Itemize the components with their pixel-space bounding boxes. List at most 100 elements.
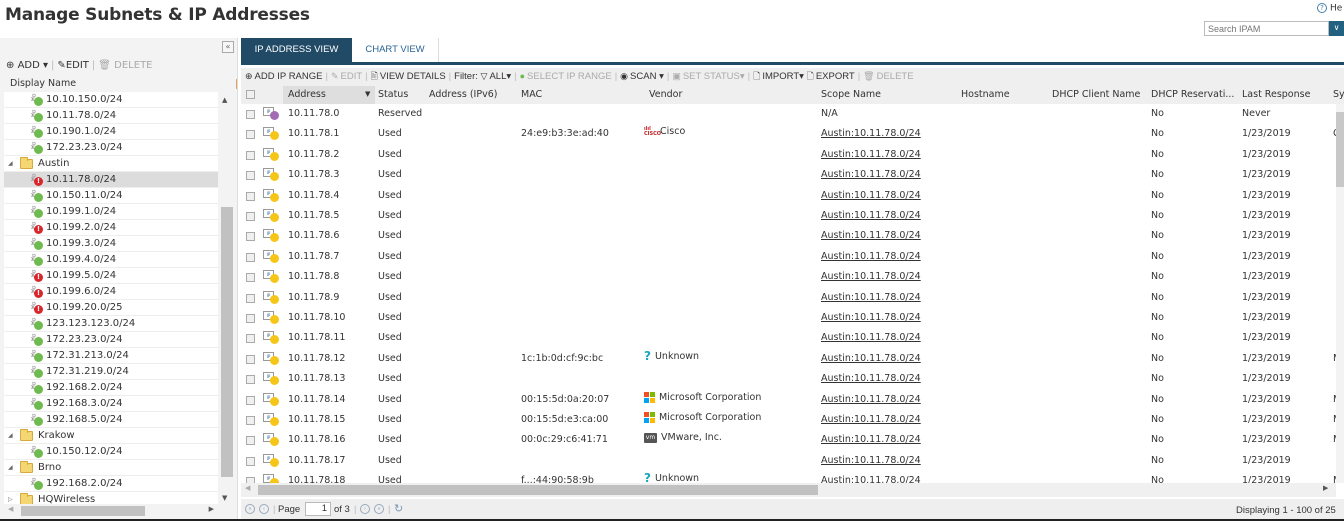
table-row[interactable]: IP 10.11.78.17 Used Austin:10.11.78.0/24 No 1… [241, 451, 1336, 471]
row-checkbox[interactable] [246, 416, 255, 425]
row-checkbox[interactable] [246, 130, 255, 140]
row-checkbox[interactable] [246, 252, 255, 262]
select-ip-range-button[interactable]: ● SELECT IP RANGE [520, 71, 612, 82]
table-row[interactable]: IP 10.11.78.11 Used Austin:10.11.78.0/24 No 1… [241, 328, 1336, 348]
tree-subnet[interactable]: ☧ 10.199.4.0/24 [4, 252, 218, 268]
column-header-hostname[interactable]: Hostname [961, 89, 1010, 100]
tree-group[interactable]: ◢ Brno [4, 460, 218, 476]
column-header-mac[interactable]: MAC [521, 89, 542, 100]
table-row[interactable]: IP 10.11.78.8 Used Austin:10.11.78.0/24 No 1/… [241, 267, 1336, 287]
column-header-last-response[interactable]: Last Response [1242, 89, 1310, 100]
column-header-scope-name[interactable]: Scope Name [821, 89, 881, 100]
row-checkbox[interactable] [246, 436, 255, 446]
tree-subnet[interactable]: ☧ 192.168.2.0/24 [4, 380, 218, 396]
delete-button[interactable]: 🗑 DELETE [863, 71, 913, 82]
add-ip-range-button[interactable]: ⊕ ADD IP RANGE [245, 71, 322, 82]
select-all-checkbox[interactable] [246, 90, 255, 99]
scope-link[interactable]: Austin:10.11.78.0/24 [821, 455, 921, 466]
collapse-arrow-icon[interactable]: ◢ [8, 464, 16, 471]
row-checkbox[interactable] [246, 395, 255, 405]
scope-link[interactable]: Austin:10.11.78.0/24 [821, 312, 921, 323]
scrollbar-thumb[interactable] [258, 485, 818, 495]
tree-subnet[interactable]: ☧ 10.11.78.0/24 [4, 108, 218, 124]
search-ipam-input[interactable] [1204, 21, 1329, 36]
first-page-button[interactable]: « [245, 504, 255, 514]
export-button[interactable]: 🗋 EXPORT [807, 71, 855, 82]
column-header-address[interactable]: Address [288, 89, 326, 100]
scope-link[interactable]: Austin:10.11.78.0/24 [821, 373, 921, 384]
scope-link[interactable]: Austin:10.11.78.0/24 [821, 149, 921, 160]
tree-vertical-scrollbar[interactable]: ▲ ▼ [220, 92, 234, 504]
column-menu-icon[interactable]: ▼ [365, 90, 370, 98]
tree-subnet[interactable]: ☧! 10.11.78.0/24 [4, 172, 218, 188]
scope-link[interactable]: Austin:10.11.78.0/24 [821, 292, 921, 303]
set-status-button[interactable]: ▣ SET STATUS▾ [672, 71, 744, 82]
tree-group[interactable]: ◢ Krakow [4, 428, 218, 444]
tree-subnet[interactable]: ☧! 10.199.6.0/24 [4, 284, 218, 300]
table-row[interactable]: IP 10.11.78.18 Used f...:44:90:58:9b ? Unknow… [241, 471, 1336, 483]
scope-link[interactable]: Austin:10.11.78.0/24 [821, 475, 921, 483]
refresh-icon[interactable]: ↻ [394, 502, 403, 515]
scroll-right-icon[interactable]: ▶ [1323, 484, 1328, 492]
row-checkbox[interactable] [246, 171, 255, 181]
scope-link[interactable]: Austin:10.11.78.0/24 [821, 190, 921, 201]
scope-link[interactable]: Austin:10.11.78.0/24 [821, 128, 921, 139]
row-checkbox[interactable] [246, 273, 255, 283]
tree-subnet[interactable]: ☧ 172.31.219.0/24 [4, 364, 218, 380]
row-checkbox[interactable] [246, 110, 255, 119]
tree-subnet[interactable]: ☧ 172.23.23.0/24 [4, 332, 218, 348]
scope-link[interactable]: Austin:10.11.78.0/24 [821, 434, 921, 445]
tree-horizontal-scrollbar[interactable]: ◀ ▶ [4, 504, 218, 518]
scrollbar-thumb[interactable] [1336, 112, 1344, 187]
tree-subnet[interactable]: ☧ 10.10.150.0/24 [4, 92, 218, 108]
tree-subnet[interactable]: ☧! 10.199.20.0/25 [4, 300, 218, 316]
table-row[interactable]: IP 10.11.78.2 Used Austin:10.11.78.0/24 No 1/… [241, 145, 1336, 165]
scope-link[interactable]: Austin:10.11.78.0/24 [821, 332, 921, 343]
scope-link[interactable]: Austin:10.11.78.0/24 [821, 210, 921, 221]
table-row[interactable]: IP 10.11.78.10 Used Austin:10.11.78.0/24 No 1… [241, 308, 1336, 328]
row-checkbox[interactable] [246, 456, 255, 466]
scope-link[interactable]: Austin:10.11.78.0/24 [821, 230, 921, 241]
tree-subnet[interactable]: ☧ 172.31.213.0/24 [4, 348, 218, 364]
tree-subnet[interactable]: ☧ 172.23.23.0/24 [4, 140, 218, 156]
row-checkbox[interactable] [246, 212, 255, 221]
collapse-panel-button[interactable]: « [222, 41, 234, 53]
tree-subnet[interactable]: ☧ 123.123.123.0/24 [4, 316, 218, 332]
display-name-column-header[interactable]: Display Name [0, 78, 238, 92]
table-row[interactable]: IP 10.11.78.7 Used Austin:10.11.78.0/24 No 1/… [241, 247, 1336, 267]
view-details-button[interactable]: 🖹 VIEW DETAILS [371, 71, 446, 82]
tab-ip-address-view[interactable]: IP ADDRESS VIEW [241, 38, 352, 62]
tree-subnet[interactable]: ☧ 192.168.3.0/24 [4, 396, 218, 412]
grid-vertical-scrollbar[interactable] [1336, 104, 1344, 483]
scroll-up-icon[interactable]: ▲ [222, 96, 227, 104]
scroll-left-icon[interactable]: ◀ [245, 484, 250, 492]
column-header-dhcp-client-name[interactable]: DHCP Client Name [1052, 89, 1140, 100]
column-header-status[interactable]: Status [378, 89, 408, 100]
column-header-dhcp-reservation[interactable]: DHCP Reservati... [1151, 89, 1234, 100]
tree-subnet[interactable]: ☧ 10.199.1.0/24 [4, 204, 218, 220]
scope-link[interactable]: Austin:10.11.78.0/24 [821, 169, 921, 180]
previous-page-button[interactable]: ‹ [259, 504, 269, 514]
row-checkbox[interactable] [246, 314, 255, 323]
tree-subnet[interactable]: ☧ 10.150.11.0/24 [4, 188, 218, 204]
table-row[interactable]: IP 10.11.78.9 Used Austin:10.11.78.0/24 No 1/… [241, 288, 1336, 308]
add-button[interactable]: ⊕ ADD ▾ [6, 60, 48, 71]
scope-link[interactable]: Austin:10.11.78.0/24 [821, 394, 921, 405]
delete-button[interactable]: 🗑 DELETE [98, 60, 152, 71]
scroll-left-icon[interactable]: ◀ [8, 505, 13, 513]
edit-button[interactable]: ✎EDIT [331, 71, 362, 82]
collapse-arrow-icon[interactable]: ◢ [8, 160, 16, 167]
column-header-vendor[interactable]: Vendor [649, 89, 682, 100]
table-row[interactable]: IP 10.11.78.5 Used Austin:10.11.78.0/24 No 1/… [241, 206, 1336, 226]
row-checkbox[interactable] [246, 293, 255, 303]
row-checkbox[interactable] [246, 334, 255, 344]
tree-subnet[interactable]: ☧ 192.168.2.0/24 [4, 476, 218, 492]
table-row[interactable]: IP 10.11.78.3 Used Austin:10.11.78.0/24 No 1/… [241, 165, 1336, 185]
tree-subnet[interactable]: ☧ 192.168.5.0/24 [4, 412, 218, 428]
tree-subnet[interactable]: ☧! 10.199.2.0/24 [4, 220, 218, 236]
table-row[interactable]: IP 10.11.78.16 Used 00:0c:29:c6:41:71 vm VMwa… [241, 430, 1336, 450]
scope-link[interactable]: Austin:10.11.78.0/24 [821, 353, 921, 364]
tree-subnet[interactable]: ☧ 10.199.3.0/24 [4, 236, 218, 252]
collapse-arrow-icon[interactable]: ◢ [8, 432, 16, 439]
tree-group[interactable]: ◢ Austin [4, 156, 218, 172]
